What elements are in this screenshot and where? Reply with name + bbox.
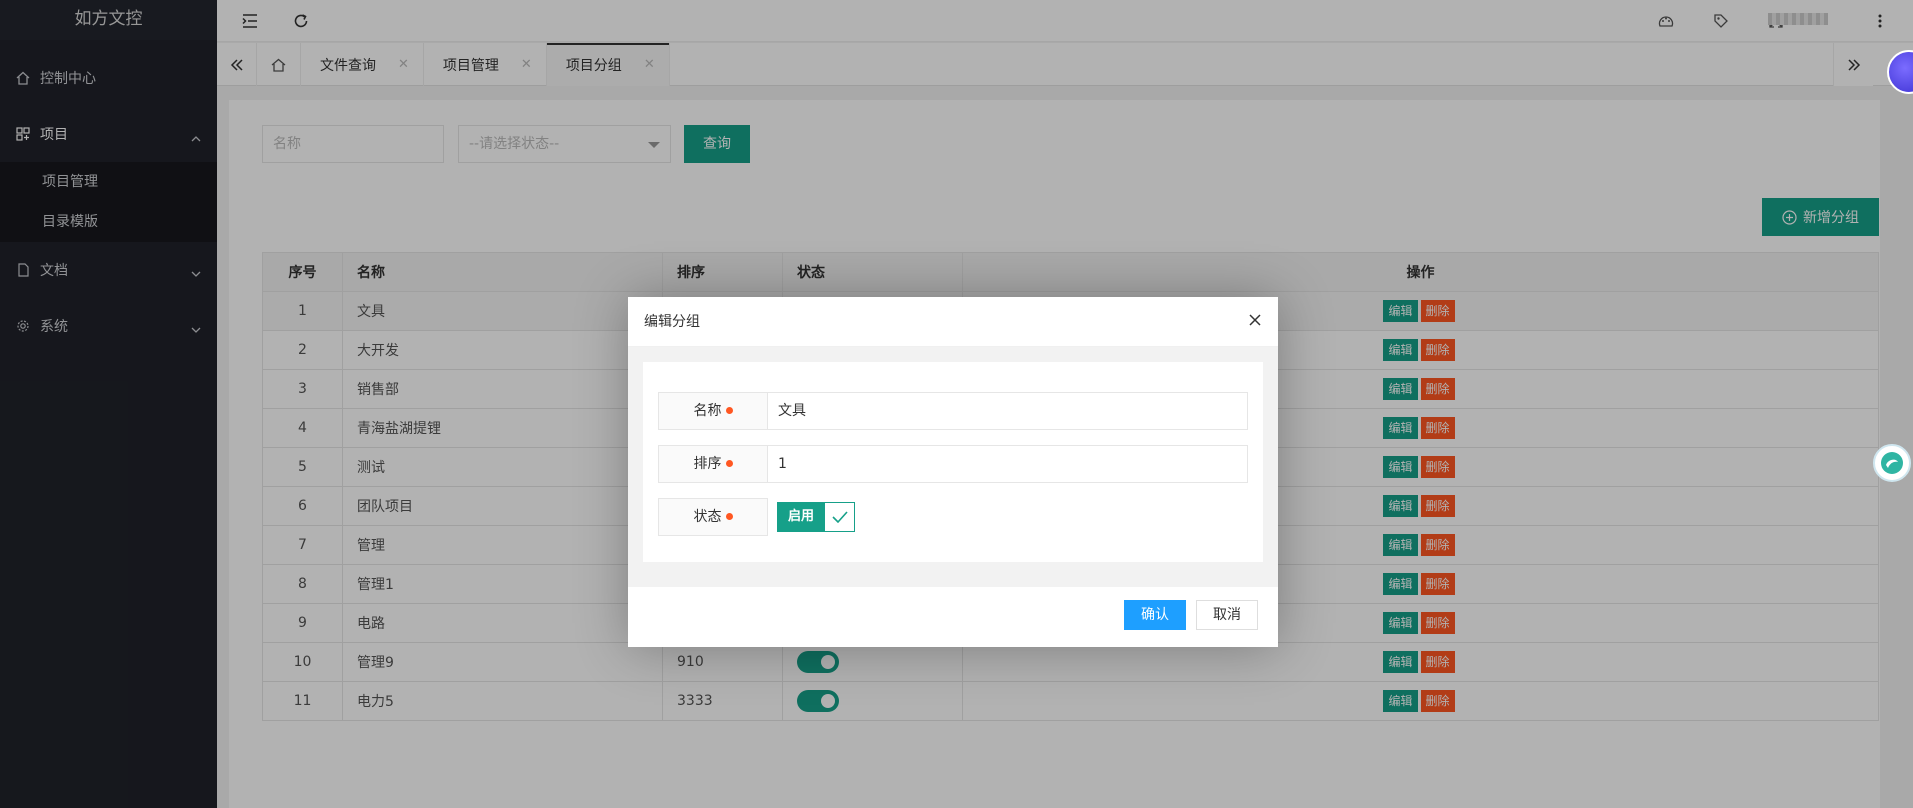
name-field[interactable]: 文具 bbox=[768, 392, 1248, 430]
dialog-title: 编辑分组 bbox=[628, 297, 1278, 347]
check-icon bbox=[824, 503, 855, 531]
form-row-order: 排序 1 bbox=[658, 445, 1248, 483]
name-label: 名称 bbox=[658, 392, 768, 430]
status-checkbox[interactable]: 启用 bbox=[777, 502, 856, 532]
order-label: 排序 bbox=[658, 445, 768, 483]
dialog-body: 名称 文具 排序 1 状态 启用 bbox=[628, 347, 1278, 587]
required-dot bbox=[725, 406, 733, 414]
required-dot bbox=[725, 512, 733, 520]
confirm-button[interactable]: 确认 bbox=[1124, 600, 1186, 630]
form-row-name: 名称 文具 bbox=[658, 392, 1248, 430]
edit-group-dialog: 编辑分组 名称 文具 排序 1 状态 启用 确认 取消 bbox=[628, 297, 1278, 647]
status-label: 状态 bbox=[658, 498, 768, 536]
dialog-form: 名称 文具 排序 1 状态 启用 bbox=[643, 362, 1263, 562]
close-icon[interactable] bbox=[1248, 313, 1264, 329]
required-dot bbox=[725, 459, 733, 467]
status-checkbox-label: 启用 bbox=[778, 503, 825, 531]
dialog-footer: 确认 取消 bbox=[628, 587, 1278, 647]
assistant-float-icon[interactable] bbox=[1873, 444, 1911, 482]
order-field[interactable]: 1 bbox=[768, 445, 1248, 483]
cancel-button[interactable]: 取消 bbox=[1196, 600, 1258, 630]
form-row-status: 状态 启用 bbox=[658, 498, 1248, 536]
